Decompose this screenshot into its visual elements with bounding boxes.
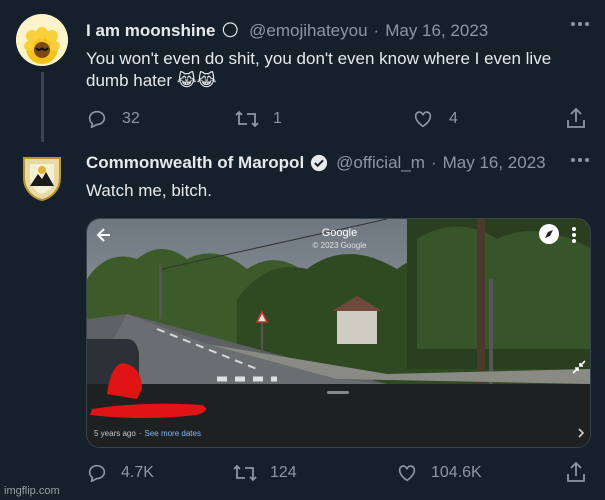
tweet-1-header: I am moonshine 🌕 @emojihateyou · May 16,… xyxy=(86,19,488,43)
tweet-2-display-name[interactable]: Commonwealth of Maropol xyxy=(86,153,304,173)
more-icon[interactable] xyxy=(570,20,590,28)
heart-icon[interactable] xyxy=(396,462,418,484)
tweet-1-text: You won't even do shit, you don't even k… xyxy=(86,48,591,92)
tweet-1-date[interactable]: May 16, 2023 xyxy=(385,21,488,41)
separator-dot: · xyxy=(430,153,437,172)
like-count: 4 xyxy=(449,110,458,127)
street-view-copyright: © 2023 Google xyxy=(312,241,367,250)
street-view-provider: Google xyxy=(321,227,358,239)
reply-count: 32 xyxy=(122,110,140,127)
tweet-2-text: Watch me, bitch. xyxy=(86,181,212,200)
separator-dot: · xyxy=(373,21,380,40)
tweet-1-text-line2: dumb hater xyxy=(86,71,172,90)
collapse-icon[interactable] xyxy=(571,359,587,375)
imagery-date-row[interactable]: 5 years ago · See more dates xyxy=(94,429,201,438)
crest-icon xyxy=(23,157,61,202)
tweet-1-avatar[interactable] xyxy=(16,14,68,66)
tweet-1-display-name[interactable]: I am moonshine xyxy=(86,21,215,41)
tweet-1-text-line1: You won't even do shit, you don't even k… xyxy=(86,49,552,68)
cat-emoji: 😹😹 xyxy=(176,71,217,90)
chevron-right-icon[interactable] xyxy=(577,427,585,439)
reply-count: 4.7K xyxy=(121,464,154,481)
heart-icon[interactable] xyxy=(412,108,434,130)
retweet-icon[interactable] xyxy=(232,462,258,484)
share-icon[interactable] xyxy=(565,106,587,130)
like-count: 104.6K xyxy=(431,464,482,481)
tweet-1-handle[interactable]: @emojihateyou xyxy=(249,21,367,41)
reply-icon[interactable] xyxy=(86,462,108,484)
retweet-icon[interactable] xyxy=(234,108,260,130)
compass-icon[interactable] xyxy=(539,224,559,244)
imagery-age: 5 years ago xyxy=(94,429,136,438)
verified-badge-icon xyxy=(310,154,328,172)
dot-separator: · xyxy=(138,429,142,438)
tweet-2-date[interactable]: May 16, 2023 xyxy=(443,153,546,173)
share-icon[interactable] xyxy=(565,460,587,484)
tweet-2-handle[interactable]: @official_m xyxy=(336,153,425,173)
street-view-image xyxy=(87,219,590,447)
name-emoji: 🌕 xyxy=(221,21,240,40)
see-more-dates-link[interactable]: See more dates xyxy=(144,429,200,438)
imgflip-watermark: imgflip.com xyxy=(4,485,60,497)
street-view-card[interactable]: Google © 2023 Google 5 years ago · See m… xyxy=(86,218,591,448)
retweet-count: 124 xyxy=(270,464,297,481)
tweet-2-header: Commonwealth of Maropol @official_m · Ma… xyxy=(86,151,546,175)
more-vert-icon[interactable] xyxy=(571,226,577,244)
tweet-2-avatar[interactable] xyxy=(16,150,68,202)
retweet-count: 1 xyxy=(273,110,282,127)
more-icon[interactable] xyxy=(570,156,590,164)
reply-icon[interactable] xyxy=(86,108,108,130)
thread-line xyxy=(41,72,44,142)
